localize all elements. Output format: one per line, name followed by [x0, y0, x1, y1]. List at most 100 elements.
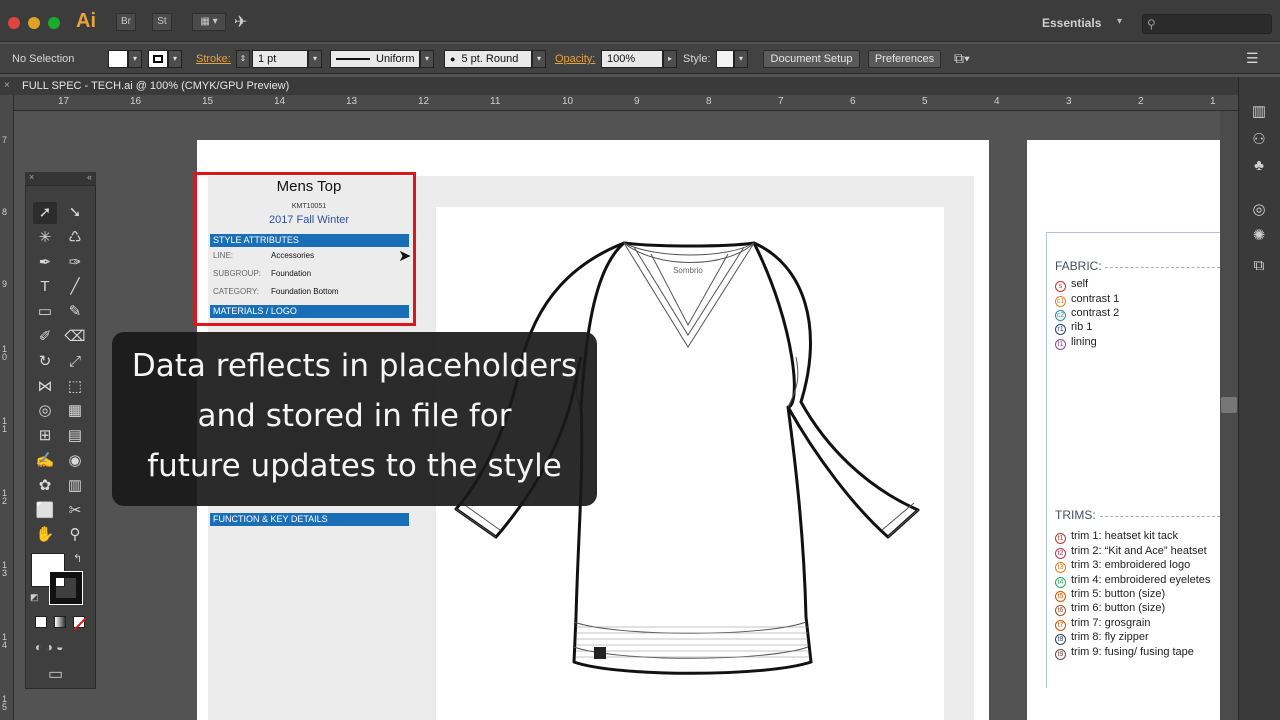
trim-code-icon: t3 [1055, 562, 1066, 573]
fabric-item[interactable]: c1 contrast 1 [1055, 293, 1119, 307]
trim-item[interactable]: t2 trim 2: “Kit and Ace” heatset [1055, 545, 1207, 559]
fabric-item[interactable]: c2 contrast 2 [1055, 307, 1119, 321]
opacity-field[interactable]: 100% [601, 50, 663, 68]
slice-tool-icon[interactable]: ✂ [63, 500, 87, 522]
trim-item[interactable]: t6 trim 6: button (size) [1055, 602, 1165, 616]
document-setup-button[interactable]: Document Setup [763, 50, 860, 68]
lasso-tool-icon[interactable]: ♺ [63, 227, 87, 249]
color-mode-icon[interactable] [35, 616, 47, 628]
gradient-mode-icon[interactable] [54, 616, 66, 628]
tools-close-icon[interactable]: × [29, 172, 34, 182]
paintbrush-tool-icon[interactable]: ✎ [63, 301, 87, 323]
trim-item[interactable]: t3 trim 3: embroidered logo [1055, 559, 1190, 573]
none-mode-icon[interactable] [73, 616, 87, 631]
stock-button[interactable]: St [152, 13, 172, 31]
shape-builder-tool-icon[interactable]: ◎ [33, 400, 57, 422]
opacity-label[interactable]: Opacity: [555, 53, 595, 65]
layers-icon[interactable]: ⚇ [1249, 130, 1269, 150]
blend-tool-icon[interactable]: ◉ [63, 450, 87, 472]
eraser-tool-icon[interactable]: ⌫ [63, 326, 87, 348]
scale-tool-icon[interactable]: ⤢ [63, 351, 87, 373]
rotate-tool-icon[interactable]: ↻ [33, 351, 57, 373]
workspace-dropdown-icon[interactable]: ▾ [1117, 16, 1122, 27]
fabric-item[interactable]: r1 rib 1 [1055, 321, 1092, 335]
brush-field[interactable]: ● 5 pt. Round [444, 50, 532, 68]
line-tool-icon[interactable]: ╱ [63, 276, 87, 298]
tools-panel-header[interactable]: × « [25, 172, 96, 186]
vertical-scrollbar[interactable] [1220, 111, 1238, 720]
fabric-label: self [1071, 278, 1089, 290]
fill-swatch[interactable] [108, 50, 128, 68]
symbol-sprayer-tool-icon[interactable]: ✿ [33, 475, 57, 497]
gpu-performance-icon[interactable]: ✈ [234, 12, 247, 32]
gradient-tool-icon[interactable]: ▤ [63, 425, 87, 447]
curvature-tool-icon[interactable]: ✑ [63, 252, 87, 274]
color-icon[interactable]: ◎ [1249, 200, 1269, 220]
libraries-icon[interactable]: ▥ [1249, 102, 1269, 122]
minimize-window-button[interactable] [28, 17, 40, 29]
opacity-dropdown[interactable]: ▸ [663, 50, 677, 68]
rectangle-tool-icon[interactable]: ▭ [33, 301, 57, 323]
tools-collapse-icon[interactable]: « [87, 172, 92, 182]
workspace-switcher[interactable]: Essentials [1042, 16, 1101, 30]
trim-label: trim 7: grosgrain [1071, 617, 1151, 629]
direct-selection-tool-icon[interactable]: ➘ [63, 202, 87, 224]
free-transform-tool-icon[interactable]: ⬚ [63, 376, 87, 398]
zoom-tool-icon[interactable]: ⚲ [63, 524, 87, 546]
caption-overlay: Data reflects in placeholders and stored… [112, 332, 597, 506]
eyedropper-tool-icon[interactable]: ✍ [33, 450, 57, 472]
perspective-grid-tool-icon[interactable]: ▦ [63, 400, 87, 422]
trim-item[interactable]: t1 trim 1: heatset kit tack [1055, 530, 1178, 544]
stroke-profile-field[interactable]: Uniform [330, 50, 420, 68]
stroke-swatch[interactable] [148, 50, 168, 68]
stroke-color-swatch[interactable] [49, 571, 83, 605]
shaper-tool-icon[interactable]: ✐ [33, 326, 57, 348]
help-search-input[interactable]: ⚲ [1142, 14, 1272, 34]
panel-menu-icon[interactable]: ☰ [1246, 50, 1259, 67]
type-tool-icon[interactable]: T [33, 276, 57, 298]
mouse-cursor-icon: ➤ [398, 248, 412, 265]
hand-tool-icon[interactable]: ✋ [33, 524, 57, 546]
graphic-style-dropdown[interactable]: ▾ [734, 50, 748, 68]
swap-colors-icon[interactable]: ↰ [73, 552, 82, 565]
document-tab-title[interactable]: FULL SPEC - TECH.ai @ 100% (CMYK/GPU Pre… [22, 80, 289, 92]
draw-mode-icon[interactable]: ◐ ◑ ◒ [35, 640, 63, 654]
screen-mode-icon[interactable]: ▭ [48, 664, 63, 684]
trim-item[interactable]: t9 trim 9: fusing/ fusing tape [1055, 646, 1194, 660]
zoom-window-button[interactable] [48, 17, 60, 29]
preferences-button[interactable]: Preferences [868, 50, 941, 68]
width-tool-icon[interactable]: ⋈ [33, 376, 57, 398]
selection-tool-icon[interactable]: ➚ [33, 202, 57, 224]
fill-dropdown[interactable]: ▾ [128, 50, 142, 68]
artboard-tool-icon[interactable]: ⬜ [33, 500, 57, 522]
fabric-item[interactable]: s self [1055, 278, 1088, 292]
column-graph-tool-icon[interactable]: ▥ [63, 475, 87, 497]
trim-item[interactable]: t7 trim 7: grosgrain [1055, 617, 1150, 631]
stroke-weight-dropdown[interactable]: ▾ [308, 50, 322, 68]
stroke-profile-dropdown[interactable]: ▾ [420, 50, 434, 68]
stroke-weight-field[interactable]: 1 pt [252, 50, 308, 68]
close-window-button[interactable] [8, 17, 20, 29]
close-tab-icon[interactable]: × [4, 80, 10, 91]
bridge-button[interactable]: Br [116, 13, 136, 31]
function-key-details-header[interactable]: FUNCTION & KEY DETAILS [210, 513, 409, 526]
fabric-item[interactable]: l1 lining [1055, 336, 1097, 350]
default-colors-icon[interactable]: ◩ [30, 592, 39, 603]
stroke-color-dropdown[interactable]: ▾ [168, 50, 182, 68]
mesh-tool-icon[interactable]: ⊞ [33, 425, 57, 447]
arrange-icon[interactable]: ⧉▾ [954, 50, 970, 67]
magic-wand-tool-icon[interactable]: ✳ [33, 227, 57, 249]
appearance-icon[interactable]: ✺ [1249, 226, 1269, 246]
brush-dropdown[interactable]: ▾ [532, 50, 546, 68]
trim-item[interactable]: t5 trim 5: button (size) [1055, 588, 1165, 602]
trim-item[interactable]: t4 trim 4: embroidered eyeletes [1055, 574, 1210, 588]
pen-tool-icon[interactable]: ✒ [33, 252, 57, 274]
stroke-weight-stepper[interactable]: ⇕ [236, 50, 250, 68]
stroke-label[interactable]: Stroke: [196, 53, 231, 65]
arrange-documents-button[interactable]: ▦ ▾ [192, 13, 226, 31]
artboards-icon[interactable]: ⧉ [1249, 256, 1269, 276]
scrollbar-thumb[interactable] [1221, 397, 1237, 413]
graphic-style-swatch[interactable] [716, 50, 734, 68]
trim-item[interactable]: t8 trim 8: fly zipper [1055, 631, 1149, 645]
symbols-icon[interactable]: ♣ [1249, 156, 1269, 176]
